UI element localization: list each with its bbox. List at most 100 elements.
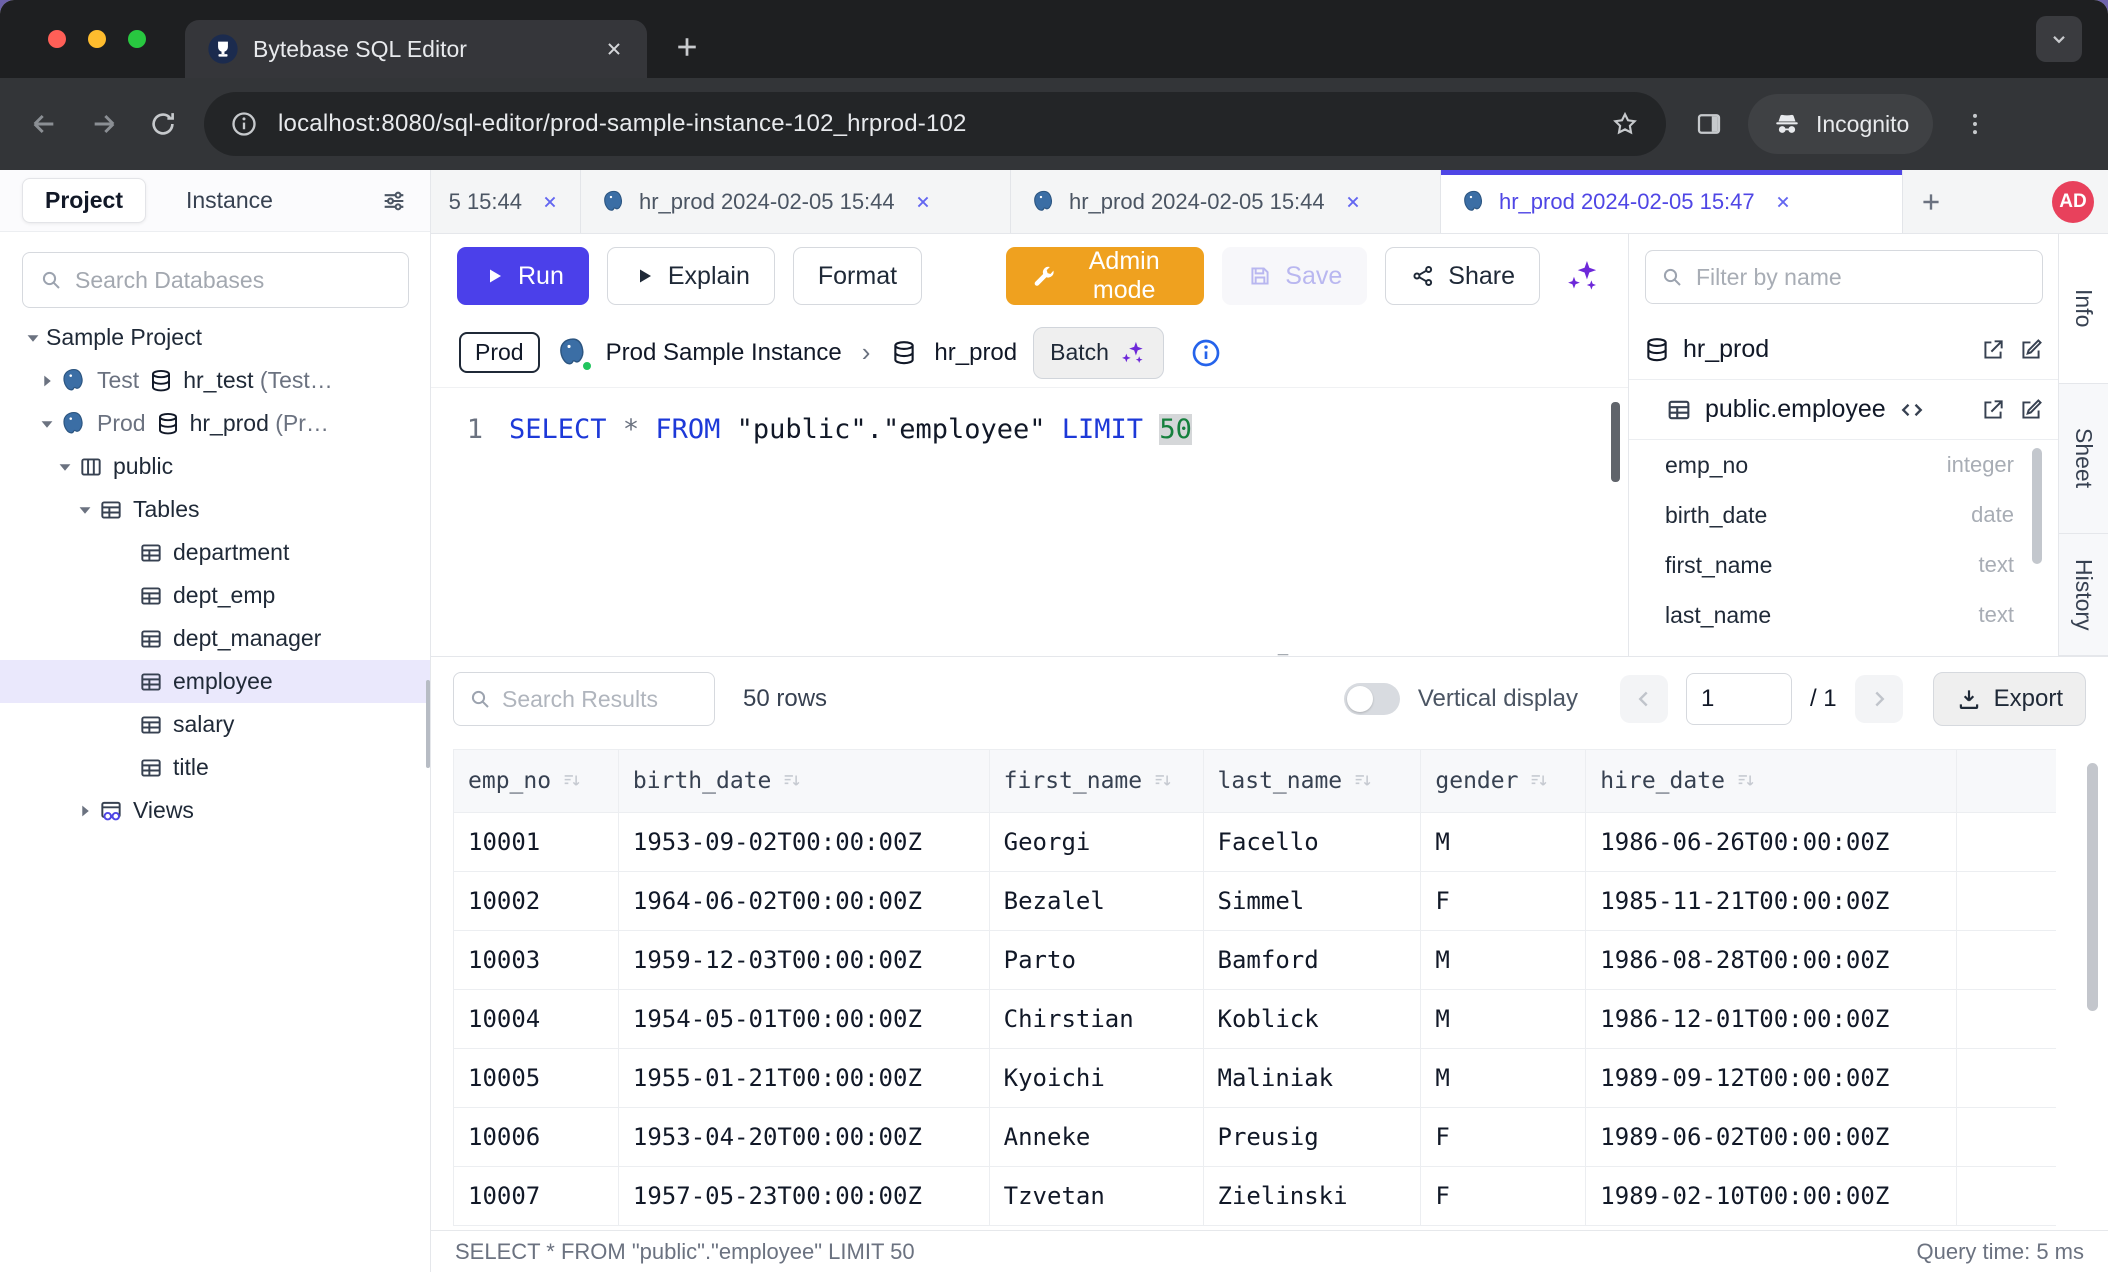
table-row[interactable]: 100071957-05-23T00:00:00ZTzvetanZielinsk… [454, 1167, 2056, 1226]
tree-item-dept_manager[interactable]: dept_manager [0, 617, 430, 660]
results-search[interactable] [453, 672, 715, 726]
next-page-button[interactable] [1855, 675, 1903, 723]
table-row[interactable]: 100021964-06-02T00:00:00ZBezalelSimmelF1… [454, 872, 2056, 931]
chevron-down-icon[interactable] [52, 454, 78, 480]
sql-editor[interactable]: 1 SELECT * FROM "public"."employee" LIMI… [431, 388, 1628, 656]
editor-tab[interactable]: 5 15:44 [431, 170, 581, 233]
side-panel-icon[interactable] [1694, 109, 1724, 139]
column-header-first_name[interactable]: first_name [990, 750, 1204, 812]
side-tab-history[interactable]: History [2059, 534, 2108, 656]
database-name[interactable]: hr_prod [934, 339, 1017, 367]
tab-instance[interactable]: Instance [186, 187, 273, 214]
table-row[interactable]: 100061953-04-20T00:00:00ZAnnekePreusigF1… [454, 1108, 2056, 1167]
column-row[interactable]: last_name text [1629, 590, 2058, 640]
avatar[interactable]: AD [2052, 181, 2094, 223]
results-search-input[interactable] [502, 686, 700, 713]
edit-icon[interactable] [2018, 337, 2044, 363]
column-header-gender[interactable]: gender [1421, 750, 1586, 812]
editor-tab[interactable]: hr_prod 2024-02-05 15:44 [1011, 170, 1441, 233]
tree-item-employee[interactable]: employee [0, 660, 430, 703]
editor-tab[interactable]: hr_prod 2024-02-05 15:47 [1441, 170, 1903, 233]
column-header-emp_no[interactable]: emp_no [454, 750, 619, 812]
schema-filter[interactable] [1645, 250, 2043, 304]
table-row[interactable]: 100041954-05-01T00:00:00ZChirstianKoblic… [454, 990, 2056, 1049]
address-bar[interactable]: localhost:8080/sql-editor/prod-sample-in… [204, 92, 1666, 156]
tree-item-department[interactable]: department [0, 531, 430, 574]
column-row[interactable]: first_name text [1629, 540, 2058, 590]
browser-menu-icon[interactable] [1961, 110, 1989, 138]
close-tab-icon[interactable] [1773, 192, 1793, 212]
prev-page-button[interactable] [1620, 675, 1668, 723]
chevron-right-icon[interactable] [72, 798, 98, 824]
table-row[interactable]: 100031959-12-03T00:00:00ZPartoBamfordM19… [454, 931, 2056, 990]
tree-settings-icon[interactable] [380, 187, 408, 215]
code-icon[interactable] [1898, 396, 1926, 424]
tree-item-SampleProject[interactable]: Sample Project [0, 316, 430, 359]
admin-mode-button[interactable]: Admin mode [1006, 247, 1204, 305]
close-tab-icon[interactable] [603, 38, 625, 60]
new-tab-button[interactable] [672, 32, 702, 62]
sort-icon[interactable] [781, 770, 803, 792]
column-row[interactable]: emp_no integer [1629, 440, 2058, 490]
site-info-icon[interactable] [230, 110, 258, 138]
info-icon[interactable] [1190, 337, 1222, 369]
schema-scrollbar[interactable] [2032, 448, 2042, 564]
vertical-display-toggle[interactable] [1344, 683, 1400, 715]
tree-item-hr_test[interactable]: Testhr_test (Test… [0, 359, 430, 402]
close-tab-icon[interactable] [913, 192, 933, 212]
sort-icon[interactable] [1352, 770, 1374, 792]
schema-database-row[interactable]: hr_prod [1629, 320, 2058, 380]
database-search-input[interactable] [75, 267, 392, 294]
chevron-right-icon[interactable] [34, 368, 60, 394]
tree-item-Views[interactable]: Views [0, 789, 430, 832]
sort-icon[interactable] [1528, 770, 1550, 792]
table-row[interactable]: 100011953-09-02T00:00:00ZGeorgiFacelloM1… [454, 813, 2056, 872]
chevron-down-icon[interactable] [72, 497, 98, 523]
results-scrollbar[interactable] [2087, 763, 2098, 1011]
reload-button[interactable] [148, 109, 178, 139]
side-tab-sheet[interactable]: Sheet [2059, 384, 2108, 534]
browser-tab[interactable]: Bytebase SQL Editor [185, 20, 647, 78]
close-window-button[interactable] [48, 30, 66, 48]
column-header-last_name[interactable]: last_name [1204, 750, 1422, 812]
batch-button[interactable]: Batch [1033, 327, 1164, 379]
new-sheet-button[interactable] [1903, 170, 1959, 233]
side-tab-info[interactable]: Info [2059, 234, 2108, 384]
edit-icon[interactable] [2018, 397, 2044, 423]
tab-search-button[interactable] [2036, 16, 2082, 62]
close-tab-icon[interactable] [1343, 192, 1363, 212]
minimize-window-button[interactable] [88, 30, 106, 48]
back-button[interactable] [28, 108, 60, 140]
editor-scrollbar[interactable] [1611, 402, 1620, 482]
column-row[interactable]: birth_date date [1629, 490, 2058, 540]
explain-button[interactable]: Explain [607, 247, 775, 305]
run-button[interactable]: Run [457, 247, 589, 305]
chevron-down-icon[interactable] [34, 411, 60, 437]
tree-item-salary[interactable]: salary [0, 703, 430, 746]
sort-icon[interactable] [561, 770, 583, 792]
column-header-hire_date[interactable]: hire_date [1586, 750, 1957, 812]
tree-item-hr_prod[interactable]: Prodhr_prod (Pr… [0, 402, 430, 445]
open-external-icon[interactable] [1980, 337, 2006, 363]
database-search[interactable] [22, 252, 409, 308]
export-button[interactable]: Export [1933, 672, 2086, 726]
forward-button[interactable] [88, 108, 120, 140]
sidebar-resize-handle[interactable] [426, 680, 430, 768]
schema-filter-input[interactable] [1696, 264, 2028, 291]
editor-tab[interactable]: hr_prod 2024-02-05 15:44 [581, 170, 1011, 233]
tree-item-Tables[interactable]: Tables [0, 488, 430, 531]
page-input[interactable] [1686, 673, 1792, 725]
bookmark-star-icon[interactable] [1610, 109, 1640, 139]
sort-icon[interactable] [1735, 770, 1757, 792]
maximize-window-button[interactable] [128, 30, 146, 48]
share-button[interactable]: Share [1385, 247, 1540, 305]
column-header-birth_date[interactable]: birth_date [619, 750, 990, 812]
schema-table-row[interactable]: public.employee [1629, 380, 2058, 440]
format-button[interactable]: Format [793, 247, 922, 305]
ai-sparkles-icon[interactable] [1564, 257, 1602, 295]
close-tab-icon[interactable] [540, 192, 560, 212]
table-row[interactable]: 100051955-01-21T00:00:00ZKyoichiMaliniak… [454, 1049, 2056, 1108]
save-button[interactable]: Save [1222, 247, 1367, 305]
tab-project[interactable]: Project [22, 178, 146, 223]
open-external-icon[interactable] [1980, 397, 2006, 423]
